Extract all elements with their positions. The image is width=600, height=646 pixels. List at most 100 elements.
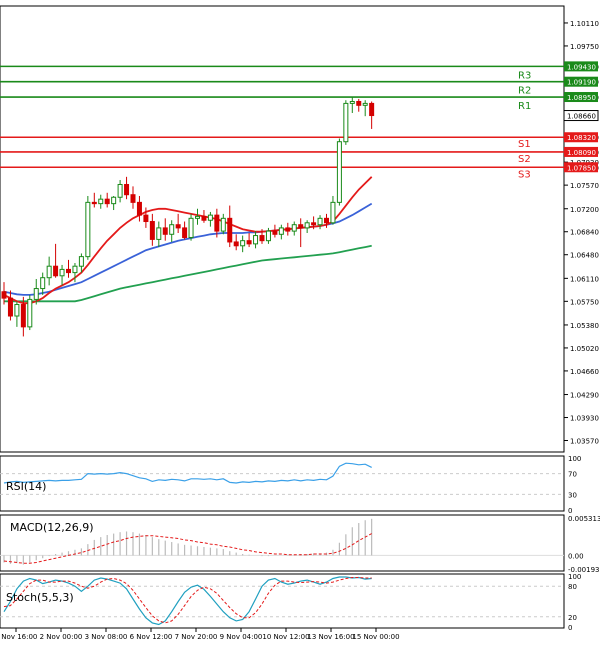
- candle-body: [369, 102, 375, 117]
- time-tick-label: 15 Nov 00:00: [352, 633, 399, 641]
- time-tick-label: 13 Nov 16:00: [307, 633, 354, 641]
- candle-body: [188, 217, 194, 238]
- time-tick-label: 2 Nov 00:00: [40, 633, 83, 641]
- candle-body: [85, 201, 91, 258]
- time-tick-label: 9 Nov 04:00: [220, 633, 263, 641]
- macd-tick-label: 0.00: [568, 552, 584, 560]
- candle-body: [227, 217, 233, 243]
- candle-body: [285, 227, 291, 232]
- candle-body: [317, 217, 323, 226]
- candle-body: [336, 141, 342, 203]
- candle-body: [356, 100, 362, 106]
- rsi-tick-label: 70: [568, 471, 577, 479]
- macd-title: MACD(12,26,9): [10, 521, 94, 534]
- candle-body: [169, 224, 175, 235]
- candle-body: [272, 230, 278, 235]
- time-tick-label: 6 Nov 12:00: [130, 633, 173, 641]
- candle-body: [304, 222, 310, 229]
- candle-body: [14, 304, 20, 317]
- candle-body: [246, 240, 252, 245]
- price-tick-label: 1.05020: [570, 345, 599, 353]
- candle-body: [98, 198, 104, 205]
- rsi-panel: [0, 455, 565, 512]
- time-tick-label: 7 Nov 20:00: [175, 633, 218, 641]
- rsi-tick-label: 30: [568, 491, 577, 499]
- level-s1-value: 1.08320: [567, 134, 596, 142]
- candle-body: [78, 256, 84, 267]
- candle-body: [182, 227, 188, 238]
- level-s3-name: S3: [518, 169, 531, 180]
- price-tick-label: 1.09750: [570, 43, 599, 51]
- candle-body: [201, 215, 207, 221]
- candle-body: [291, 224, 297, 232]
- candle-body: [33, 288, 39, 300]
- candle-body: [278, 227, 284, 235]
- level-s2-name: S2: [518, 154, 531, 165]
- candle-body: [349, 100, 355, 104]
- level-r2-value: 1.09190: [567, 79, 596, 87]
- trading-chart: 1.10110 1.09750 1.09430 1.09190 1.08950 1.086…: [0, 5, 600, 641]
- time-tick-label: 10 Nov 12:00: [262, 633, 309, 641]
- candle-body: [149, 221, 155, 240]
- last-price-marker: 1.08660: [563, 110, 599, 122]
- level-s2-value: 1.08090: [567, 149, 596, 157]
- candle-body: [330, 201, 336, 224]
- stoch-tick-label: 80: [568, 583, 577, 591]
- candle-body: [259, 235, 265, 242]
- level-s3-value: 1.07850: [567, 164, 596, 172]
- candle-body: [343, 102, 349, 143]
- rsi-indicator: 100 70 30 0: [0, 455, 581, 515]
- price-tick-label: 1.07200: [570, 206, 599, 214]
- candle-body: [136, 201, 142, 216]
- candle-body: [214, 214, 220, 232]
- level-r1-name: R1: [518, 101, 531, 112]
- candle-body: [143, 214, 149, 223]
- ma-slow-line: [4, 244, 372, 303]
- candle-body: [111, 196, 117, 205]
- stoch-tick-label: 0: [568, 624, 572, 632]
- candle-body: [46, 265, 52, 279]
- level-r1-value: 1.08950: [567, 94, 596, 102]
- ma-mid-line: [3, 202, 373, 296]
- stoch-tick-label: 100: [568, 573, 581, 581]
- macd-tick-label: 0.005313: [568, 515, 600, 523]
- candle-body: [130, 194, 136, 203]
- rsi-title: RSI(14): [6, 480, 46, 493]
- candle-body: [72, 265, 78, 274]
- level-r3-name: R3: [518, 70, 531, 81]
- time-tick-label: 1 Nov 16:00: [0, 633, 37, 641]
- price-tick-label: 1.03570: [570, 438, 599, 446]
- price-tick-label: 1.06840: [570, 229, 599, 237]
- moving-averages: [3, 176, 373, 305]
- pivot-levels: R3 1.09430 R2 1.09190 R1 1.08950 S1 1.08320 S2 1.…: [0, 61, 598, 180]
- candle-body: [220, 217, 226, 232]
- candle-body: [91, 201, 97, 205]
- candle-body: [175, 224, 181, 229]
- time-tick-label: 3 Nov 08:00: [85, 633, 128, 641]
- price-tick-label: 1.05380: [570, 322, 599, 330]
- stochastic-indicator: 100 80 20 0: [0, 573, 581, 632]
- price-tick-label: 1.10110: [570, 20, 599, 28]
- stoch-title: Stoch(5,5,3): [6, 591, 74, 604]
- candle-body: [298, 224, 304, 229]
- candle-body: [311, 222, 317, 226]
- last-price-label: 1.08660: [567, 113, 596, 121]
- level-s1-name: S1: [518, 139, 531, 150]
- candle-body: [265, 230, 271, 242]
- candle-body: [324, 217, 329, 224]
- candle-body: [233, 241, 239, 247]
- macd-signal-line: [3, 533, 372, 564]
- candle-body: [40, 277, 46, 290]
- price-tick-label: 1.03930: [570, 415, 599, 423]
- price-tick-label: 1.04290: [570, 392, 599, 400]
- level-r3-value: 1.09430: [567, 63, 596, 71]
- time-axis: 1 Nov 16:002 Nov 00:003 Nov 08:006 Nov 1…: [0, 628, 400, 641]
- price-tick-label: 1.06110: [570, 275, 599, 283]
- candle-body: [207, 214, 213, 221]
- candle-body: [1, 291, 7, 299]
- rsi-tick-label: 0: [568, 507, 572, 515]
- price-tick-label: 1.05750: [570, 298, 599, 306]
- candle-body: [362, 102, 368, 106]
- candle-body: [156, 227, 162, 240]
- candle-body: [124, 183, 130, 196]
